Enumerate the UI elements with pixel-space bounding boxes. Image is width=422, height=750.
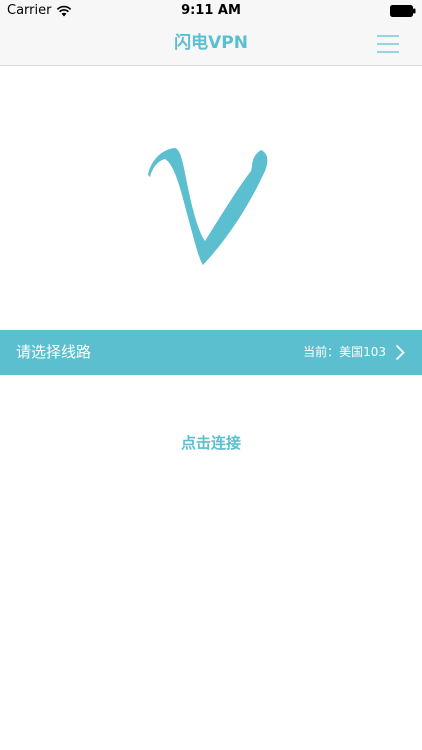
route-selector[interactable]: 请选择线路 当前：美国103	[0, 330, 422, 375]
page-title: 闪电VPN	[174, 33, 248, 53]
navigation-bar: 闪电VPN	[0, 22, 422, 66]
hamburger-menu-icon[interactable]	[376, 34, 400, 54]
battery-icon	[390, 5, 416, 17]
connect-button[interactable]: 点击连接	[151, 425, 271, 461]
chevron-right-icon	[395, 344, 405, 361]
route-label: 请选择线路	[16, 343, 92, 361]
current-route-value: 当前：美国103	[303, 345, 386, 359]
status-time: 9:11 AM	[181, 3, 241, 18]
v-logo-icon	[148, 148, 268, 265]
status-bar: Carrier 9:11 AM	[0, 0, 422, 22]
